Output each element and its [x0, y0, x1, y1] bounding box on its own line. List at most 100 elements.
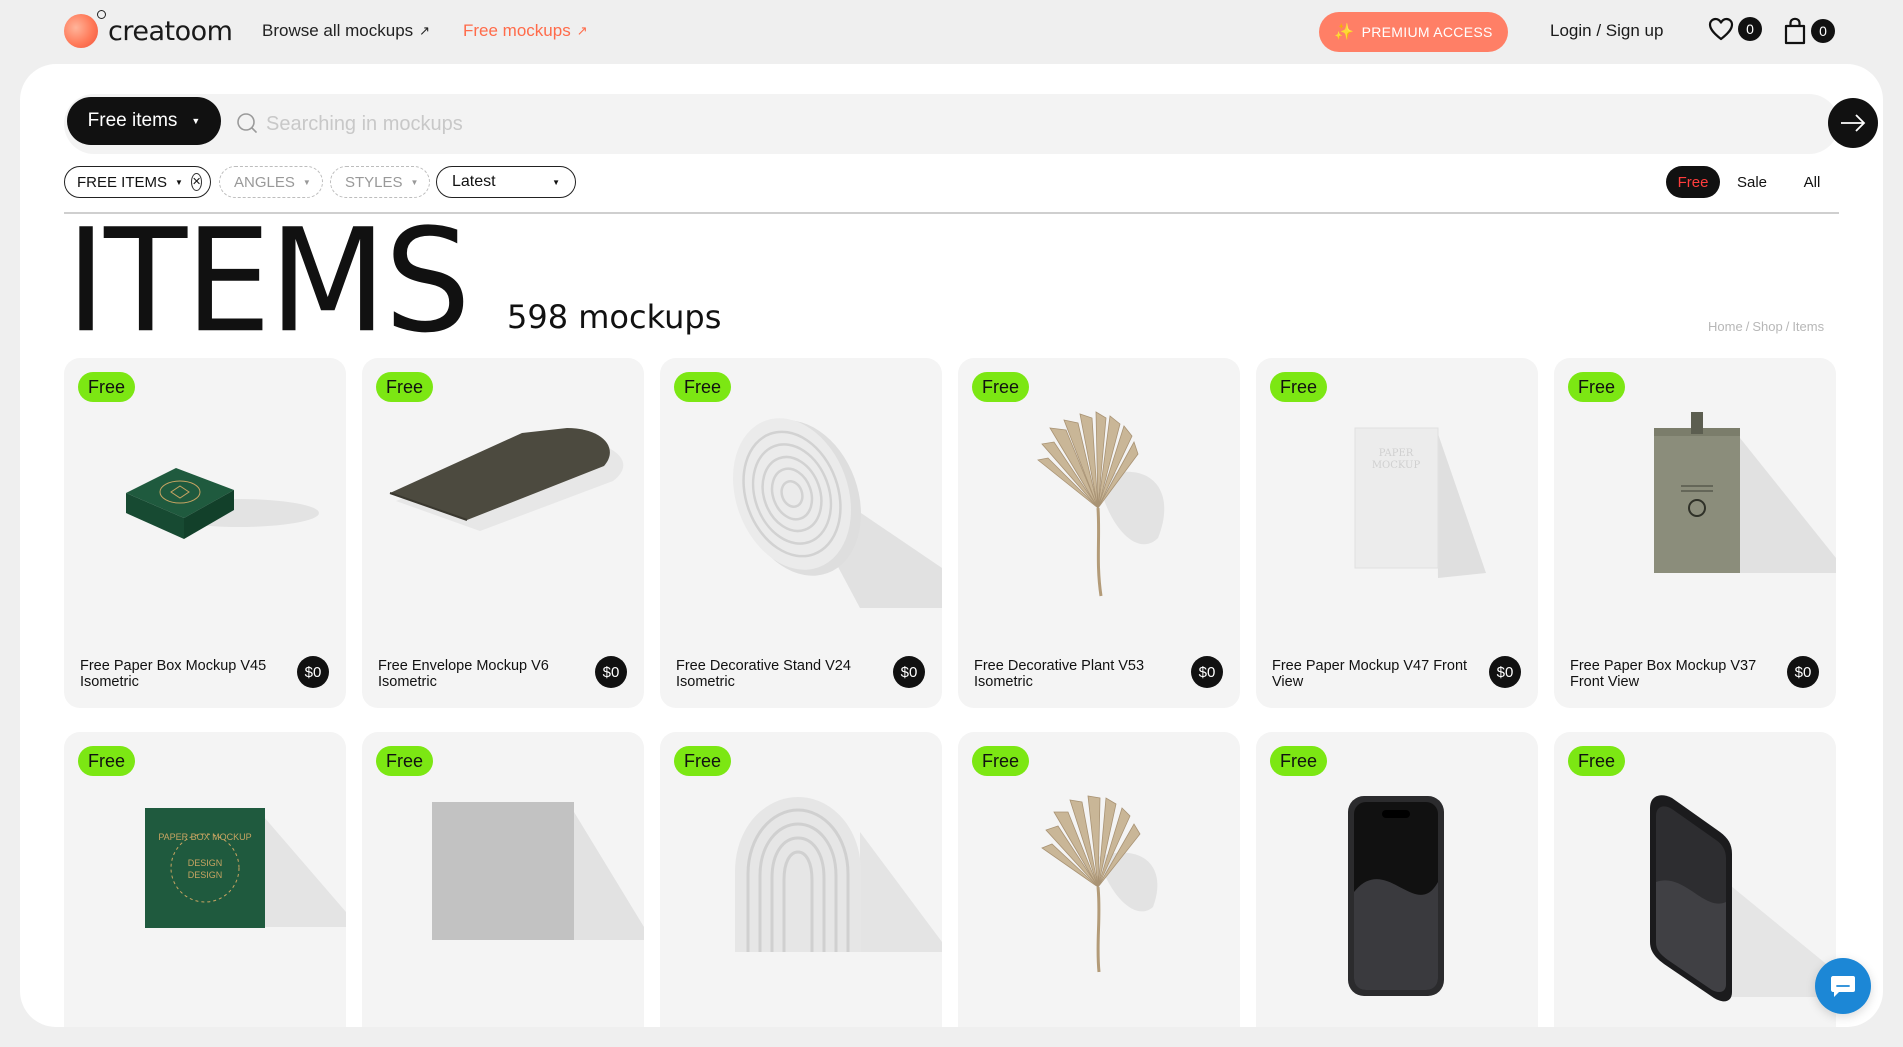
search-input[interactable] [266, 104, 1666, 144]
product-image-plant [958, 398, 1240, 628]
filter-styles-label: STYLES [345, 173, 403, 191]
product-card[interactable]: PAPER MOCKUP Free Free Paper Mockup V47 … [1256, 358, 1538, 708]
tab-all[interactable]: All [1784, 166, 1840, 198]
sort-select-value: Latest [452, 173, 496, 190]
price-badge: $0 [893, 656, 925, 688]
login-signup-link[interactable]: Login / Sign up [1550, 21, 1663, 41]
top-navigation: creatoom Browse all mockups ↗ Free mocku… [0, 0, 1903, 62]
product-card[interactable]: Free [1256, 732, 1538, 1027]
product-image-gray-square [362, 772, 644, 1002]
wishlist-button[interactable]: 0 [1708, 17, 1762, 41]
free-badge: Free [1270, 372, 1328, 402]
product-card[interactable]: Free [1554, 732, 1836, 1027]
shopping-bag-icon [1784, 17, 1806, 45]
clear-filter-icon[interactable]: ✕ [190, 173, 203, 191]
product-image-paper: PAPER MOCKUP [1256, 398, 1538, 628]
product-image-tall-box [1554, 398, 1836, 628]
arrow-up-right-icon: ↗ [419, 23, 431, 38]
paper-print-word: PAPER [1379, 448, 1414, 459]
caret-down-icon: ▼ [191, 116, 201, 126]
free-badge: Free [1270, 746, 1328, 776]
product-card[interactable]: Free Free Decorative Stand V24 Isometric… [660, 358, 942, 708]
box-print-text: PAPER BOX MOCKUP [158, 832, 251, 842]
tab-sale[interactable]: Sale [1724, 166, 1780, 198]
chat-support-button[interactable] [1815, 958, 1871, 1014]
filter-chip-free-items[interactable]: FREE ITEMS ▼ ✕ [64, 166, 211, 198]
nav-free-mockups[interactable]: Free mockups ↗ [463, 21, 588, 41]
filter-chip-styles[interactable]: STYLES ▼ [330, 166, 430, 198]
price-badge: $0 [1191, 656, 1223, 688]
breadcrumb-current: Items [1792, 319, 1825, 334]
product-image-phone-angle [1554, 772, 1836, 1002]
breadcrumb-separator: / [1745, 319, 1750, 334]
caret-down-icon: ▼ [175, 177, 183, 187]
free-badge: Free [376, 746, 434, 776]
product-card[interactable]: Free Free Paper Box Mockup V45 Isometric… [64, 358, 346, 708]
product-title: Free Decorative Stand V24 Isometric [676, 658, 851, 690]
sparkle-icon: ✨ [1334, 24, 1355, 41]
product-title: Free Decorative Plant V53 Isometric [974, 658, 1145, 690]
product-image-phone-front [1256, 772, 1538, 1002]
page-title: ITEMS [66, 199, 471, 365]
price-badge: $0 [1787, 656, 1819, 688]
arrow-right-icon [1841, 114, 1866, 132]
product-card[interactable]: PAPER BOX MOCKUP DESIGN DESIGN Free [64, 732, 346, 1027]
free-badge: Free [78, 746, 136, 776]
product-card[interactable]: Free [958, 732, 1240, 1027]
nav-browse-all-mockups[interactable]: Browse all mockups ↗ [262, 21, 430, 41]
product-image-round-stand [660, 398, 942, 628]
search-bar: Free items ▼ [64, 94, 1878, 154]
price-badge: $0 [1489, 656, 1521, 688]
box-print-text: DESIGN [188, 858, 223, 868]
box-print-text: DESIGN [188, 870, 223, 880]
arrow-up-right-icon: ↗ [576, 23, 588, 38]
product-image-green-square: PAPER BOX MOCKUP DESIGN DESIGN [64, 772, 346, 1002]
search-submit-button[interactable] [1828, 98, 1878, 148]
brand-logo[interactable]: creatoom [64, 10, 233, 48]
product-card[interactable]: Free Free Paper Box Mockup V37 Front Vie… [1554, 358, 1836, 708]
product-card[interactable]: Free [362, 732, 644, 1027]
cart-count-badge: 0 [1811, 19, 1835, 43]
premium-access-label: PREMIUM ACCESS [1361, 24, 1493, 40]
search-scope-label: Free items [87, 110, 178, 131]
free-badge: Free [376, 372, 434, 402]
price-badge: $0 [297, 656, 329, 688]
product-title: Free Envelope Mockup V6 Isometric [378, 658, 549, 690]
product-card[interactable]: Free [660, 732, 942, 1027]
filter-chip-angles[interactable]: ANGLES ▼ [219, 166, 323, 198]
product-title: Free Paper Mockup V47 Front View [1272, 658, 1468, 690]
free-badge: Free [972, 746, 1030, 776]
breadcrumb-shop[interactable]: Shop [1752, 319, 1782, 334]
premium-access-button[interactable]: ✨ PREMIUM ACCESS [1319, 12, 1508, 52]
brand-name: creatoom [108, 15, 233, 47]
wishlist-count-badge: 0 [1738, 17, 1762, 41]
nav-browse-label: Browse all mockups [262, 21, 414, 40]
heart-icon [1708, 17, 1734, 41]
free-badge: Free [674, 746, 732, 776]
tab-free[interactable]: Free [1666, 166, 1720, 198]
product-image-green-box [64, 398, 346, 628]
free-badge: Free [674, 372, 732, 402]
free-badge: Free [972, 372, 1030, 402]
breadcrumb-separator: / [1785, 319, 1790, 334]
mockup-count: 598 mockups [507, 298, 722, 336]
price-badge: $0 [595, 656, 627, 688]
main-panel: Free items ▼ FREE ITEMS ▼ ✕ ANGLES ▼ STY… [20, 64, 1883, 1027]
product-card[interactable]: Free Free Envelope Mockup V6 Isometric $… [362, 358, 644, 708]
free-badge: Free [1568, 746, 1626, 776]
search-scope-dropdown[interactable]: Free items ▼ [67, 97, 221, 145]
search-icon [237, 113, 257, 133]
product-card[interactable]: Free Free Decorative Plant V53 Isometric… [958, 358, 1240, 708]
product-image-arch-stand [660, 772, 942, 1002]
filter-free-items-label: FREE ITEMS [77, 173, 168, 191]
logo-mark-icon [64, 10, 106, 48]
free-badge: Free [1568, 372, 1626, 402]
sort-select[interactable]: Latest ▼ [436, 166, 576, 198]
product-image-plant-2 [958, 772, 1240, 1002]
chat-bubble-icon [1831, 976, 1855, 997]
breadcrumb-home[interactable]: Home [1708, 319, 1743, 334]
caret-down-icon: ▼ [552, 177, 560, 187]
cart-button[interactable]: 0 [1783, 17, 1835, 45]
caret-down-icon: ▼ [302, 177, 311, 187]
caret-down-icon: ▼ [410, 177, 419, 187]
